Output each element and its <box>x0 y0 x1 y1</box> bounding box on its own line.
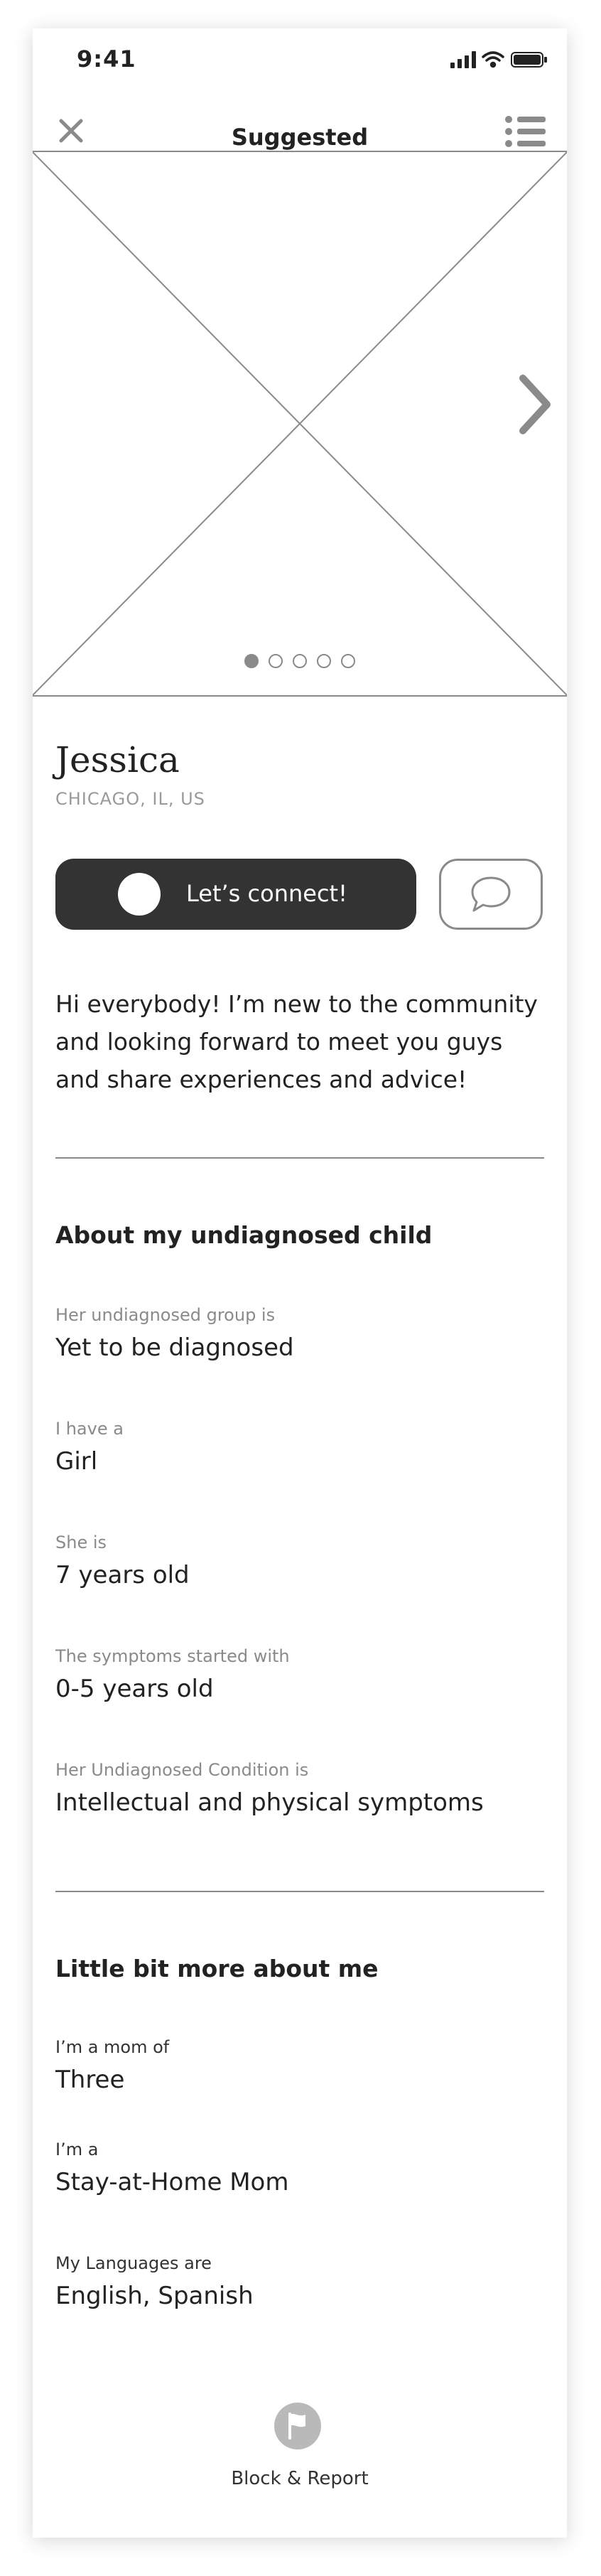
status-icons <box>450 50 550 73</box>
field-label-mom-of: I’m a mom of <box>55 2037 170 2057</box>
phone-frame: 9:41 Suggested Jessica CHICAGO, IL, US L… <box>33 28 567 2538</box>
connect-label: Let’s connect! <box>186 880 347 907</box>
carousel-dot[interactable] <box>317 654 331 668</box>
field-value-occupation: Stay-at-Home Mom <box>55 2168 289 2196</box>
field-label-occupation: I’m a <box>55 2140 99 2159</box>
photo-carousel[interactable] <box>33 151 567 697</box>
message-button[interactable] <box>439 859 543 930</box>
profile-bio: Hi everybody! I’m new to the community a… <box>55 990 538 1093</box>
field-value-languages: English, Spanish <box>55 2282 254 2310</box>
status-bar: 9:41 <box>33 28 567 92</box>
connect-button[interactable]: Let’s connect! <box>55 859 416 930</box>
field-value-mom-of: Three <box>55 2066 125 2094</box>
about-me-title: Little bit more about me <box>55 1955 379 1982</box>
field-label-child-gender: I have a <box>55 1419 124 1439</box>
list-menu-icon <box>505 116 546 147</box>
carousel-dots <box>33 654 567 671</box>
carousel-dot[interactable] <box>293 654 307 668</box>
next-photo-button[interactable] <box>517 372 553 436</box>
field-value-undiagnosed-group: Yet to be diagnosed <box>55 1333 294 1362</box>
carousel-dot[interactable] <box>269 654 283 668</box>
about-child-title: About my undiagnosed child <box>55 1221 433 1249</box>
field-value-child-age: 7 years old <box>55 1561 190 1589</box>
chevron-right-icon <box>519 375 551 434</box>
page-title: Suggested <box>231 124 369 151</box>
field-label-undiagnosed-group: Her undiagnosed group is <box>55 1305 276 1325</box>
chat-bubble-icon <box>471 876 511 912</box>
battery-icon <box>511 52 547 68</box>
profile-name: Jessica <box>55 739 180 780</box>
field-label-child-age: She is <box>55 1533 107 1552</box>
field-value-symptoms-start: 0-5 years old <box>55 1675 214 1703</box>
carousel-dot[interactable] <box>244 654 259 668</box>
profile-location: CHICAGO, IL, US <box>55 789 205 809</box>
menu-button[interactable] <box>504 114 547 149</box>
field-label-languages: My Languages are <box>55 2253 212 2273</box>
wifi-icon <box>482 51 504 68</box>
carousel-dot[interactable] <box>341 654 355 668</box>
field-label-symptoms-start: The symptoms started with <box>55 1646 290 1666</box>
field-value-condition: Intellectual and physical symptoms <box>55 1788 484 1817</box>
block-report-label: Block & Report <box>231 2468 369 2489</box>
status-time: 9:41 <box>77 45 136 73</box>
field-label-condition: Her Undiagnosed Condition is <box>55 1760 309 1780</box>
image-placeholder <box>33 152 567 695</box>
flag-icon <box>274 2403 321 2449</box>
connect-avatar-circle <box>118 873 161 916</box>
signal-icon <box>450 51 476 68</box>
section-divider <box>55 1157 544 1159</box>
section-divider <box>55 1891 544 1892</box>
field-value-child-gender: Girl <box>55 1447 98 1476</box>
